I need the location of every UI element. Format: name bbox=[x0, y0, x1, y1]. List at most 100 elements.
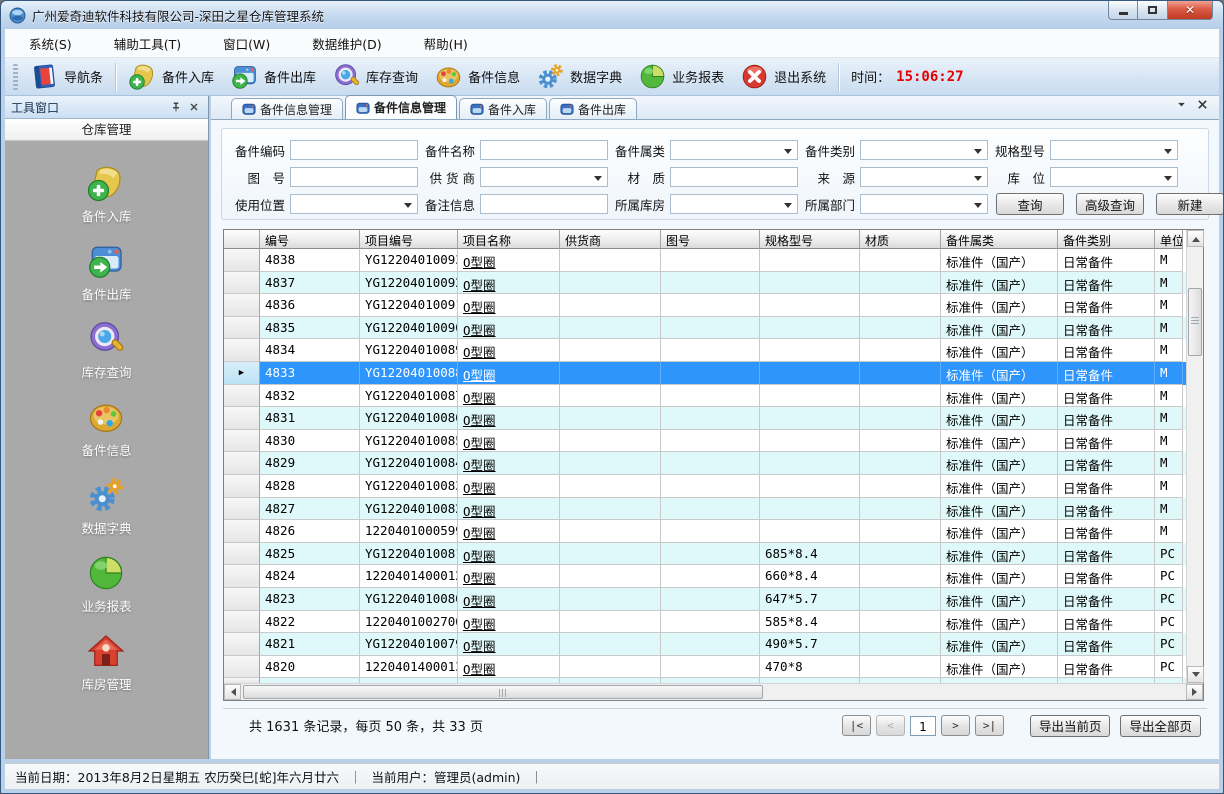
cell-project_no[interactable]: 1220401000599 bbox=[360, 520, 458, 543]
cell-material[interactable] bbox=[860, 452, 941, 475]
sidebar-item-stock-out[interactable]: 备件出库 bbox=[81, 241, 131, 303]
cell-supplier[interactable] bbox=[560, 520, 661, 543]
cell-name[interactable]: O型圈 bbox=[458, 407, 560, 430]
table-row[interactable]: 4823YG12204010080O型圈647*5.7标准件（国产）日常备件PC bbox=[224, 588, 1186, 611]
cell-material[interactable] bbox=[860, 430, 941, 453]
cell-id[interactable]: 4834 bbox=[260, 339, 360, 362]
cell-name[interactable]: O型圈 bbox=[458, 498, 560, 521]
scroll-up-button[interactable] bbox=[1187, 230, 1204, 247]
sidebar-close-button[interactable] bbox=[186, 99, 202, 115]
row-header-cell[interactable] bbox=[224, 498, 260, 521]
search-input[interactable] bbox=[480, 194, 608, 214]
cell-drawing[interactable] bbox=[661, 249, 760, 272]
column-header-type[interactable]: 备件类别 bbox=[1058, 230, 1155, 249]
cell-drawing[interactable] bbox=[661, 339, 760, 362]
cell-unit[interactable]: M bbox=[1155, 407, 1183, 430]
menu-item-2[interactable]: 辅助工具(T) bbox=[110, 31, 185, 56]
cell-spec[interactable] bbox=[760, 317, 860, 340]
table-row[interactable]: 4836YG12204010091O型圈标准件（国产）日常备件M bbox=[224, 294, 1186, 317]
cell-project_no[interactable]: YG12204010085 bbox=[360, 430, 458, 453]
column-header-category[interactable]: 备件属类 bbox=[941, 230, 1058, 249]
search-dropdown[interactable] bbox=[290, 194, 418, 214]
sidebar-item-parts-info[interactable]: 备件信息 bbox=[81, 397, 131, 459]
cell-unit[interactable]: PC bbox=[1155, 656, 1183, 679]
cell-name[interactable]: O型圈 bbox=[458, 475, 560, 498]
table-row[interactable]: 4832YG12204010087O型圈标准件（国产）日常备件M bbox=[224, 385, 1186, 408]
cell-material[interactable] bbox=[860, 498, 941, 521]
cell-unit[interactable]: M bbox=[1155, 498, 1183, 521]
advanced-query-button[interactable]: 高级查询 bbox=[1076, 193, 1144, 215]
cell-project_no[interactable]: YG12204010087 bbox=[360, 385, 458, 408]
cell-material[interactable] bbox=[860, 272, 941, 295]
minimize-button[interactable] bbox=[1108, 1, 1138, 20]
toolbar-button-stock-in[interactable]: 备件入库 bbox=[120, 59, 222, 94]
cell-drawing[interactable] bbox=[661, 520, 760, 543]
cell-type[interactable]: 日常备件 bbox=[1058, 543, 1155, 566]
cell-category[interactable]: 标准件（国产） bbox=[941, 339, 1058, 362]
table-row[interactable]: 4830YG12204010085O型圈标准件（国产）日常备件M bbox=[224, 430, 1186, 453]
search-dropdown[interactable] bbox=[1050, 140, 1178, 160]
cell-supplier[interactable] bbox=[560, 498, 661, 521]
cell-unit[interactable]: M bbox=[1155, 385, 1183, 408]
cell-spec[interactable] bbox=[760, 498, 860, 521]
cell-category[interactable]: 标准件（国产） bbox=[941, 430, 1058, 453]
cell-drawing[interactable] bbox=[661, 543, 760, 566]
cell-id[interactable]: 4820 bbox=[260, 656, 360, 679]
cell-drawing[interactable] bbox=[661, 452, 760, 475]
column-header-drawing[interactable]: 图号 bbox=[661, 230, 760, 249]
table-row[interactable]: 4831YG12204010086O型圈标准件（国产）日常备件M bbox=[224, 407, 1186, 430]
cell-category[interactable]: 标准件（国产） bbox=[941, 249, 1058, 272]
cell-supplier[interactable] bbox=[560, 407, 661, 430]
column-header-name[interactable]: 项目名称 bbox=[458, 230, 560, 249]
cell-spec[interactable]: 660*8.4 bbox=[760, 565, 860, 588]
cell-id[interactable]: 4837 bbox=[260, 272, 360, 295]
tab-list-dropdown-button[interactable] bbox=[1175, 96, 1188, 115]
cell-material[interactable] bbox=[860, 249, 941, 272]
table-row[interactable]: 4828YG12204010083O型圈标准件（国产）日常备件M bbox=[224, 475, 1186, 498]
cell-material[interactable] bbox=[860, 611, 941, 634]
cell-material[interactable] bbox=[860, 656, 941, 679]
cell-spec[interactable] bbox=[760, 339, 860, 362]
row-indicator-icon[interactable]: ▶ bbox=[224, 362, 260, 385]
cell-material[interactable] bbox=[860, 565, 941, 588]
cell-spec[interactable] bbox=[760, 294, 860, 317]
search-dropdown[interactable] bbox=[670, 140, 798, 160]
row-header-cell[interactable] bbox=[224, 520, 260, 543]
maximize-button[interactable] bbox=[1138, 1, 1167, 20]
row-header-cell[interactable] bbox=[224, 272, 260, 295]
cell-supplier[interactable] bbox=[560, 543, 661, 566]
row-header-cell[interactable] bbox=[224, 317, 260, 340]
column-header-unit[interactable]: 单位 bbox=[1155, 230, 1183, 249]
scroll-down-button[interactable] bbox=[1187, 666, 1204, 683]
cell-name[interactable]: O型圈 bbox=[458, 385, 560, 408]
column-header-spec[interactable]: 规格型号 bbox=[760, 230, 860, 249]
row-header-cell[interactable] bbox=[224, 611, 260, 634]
cell-supplier[interactable] bbox=[560, 588, 661, 611]
cell-material[interactable] bbox=[860, 362, 941, 385]
cell-unit[interactable]: M bbox=[1155, 520, 1183, 543]
tab-2-active[interactable]: 备件信息管理 bbox=[345, 95, 457, 119]
column-header-project_no[interactable]: 项目编号 bbox=[360, 230, 458, 249]
cell-material[interactable] bbox=[860, 407, 941, 430]
next-page-button[interactable]: > bbox=[941, 715, 970, 736]
cell-supplier[interactable] bbox=[560, 385, 661, 408]
cell-unit[interactable]: PC bbox=[1155, 611, 1183, 634]
horizontal-scroll-thumb[interactable] bbox=[243, 685, 763, 699]
cell-id[interactable]: 4823 bbox=[260, 588, 360, 611]
cell-project_no[interactable]: YG12204010092 bbox=[360, 272, 458, 295]
cell-project_no[interactable]: YG12204010080 bbox=[360, 588, 458, 611]
cell-name[interactable]: O型圈 bbox=[458, 565, 560, 588]
cell-id[interactable]: 4828 bbox=[260, 475, 360, 498]
cell-type[interactable]: 日常备件 bbox=[1058, 588, 1155, 611]
cell-category[interactable]: 标准件（国产） bbox=[941, 543, 1058, 566]
cell-drawing[interactable] bbox=[661, 633, 760, 656]
cell-spec[interactable] bbox=[760, 407, 860, 430]
export-all-pages-button[interactable]: 导出全部页 bbox=[1120, 715, 1201, 737]
vertical-scrollbar[interactable] bbox=[1186, 230, 1203, 683]
cell-unit[interactable]: M bbox=[1155, 475, 1183, 498]
cell-supplier[interactable] bbox=[560, 317, 661, 340]
toolbar-button-report[interactable]: 业务报表 bbox=[630, 59, 732, 94]
cell-supplier[interactable] bbox=[560, 339, 661, 362]
cell-drawing[interactable] bbox=[661, 475, 760, 498]
cell-supplier[interactable] bbox=[560, 272, 661, 295]
